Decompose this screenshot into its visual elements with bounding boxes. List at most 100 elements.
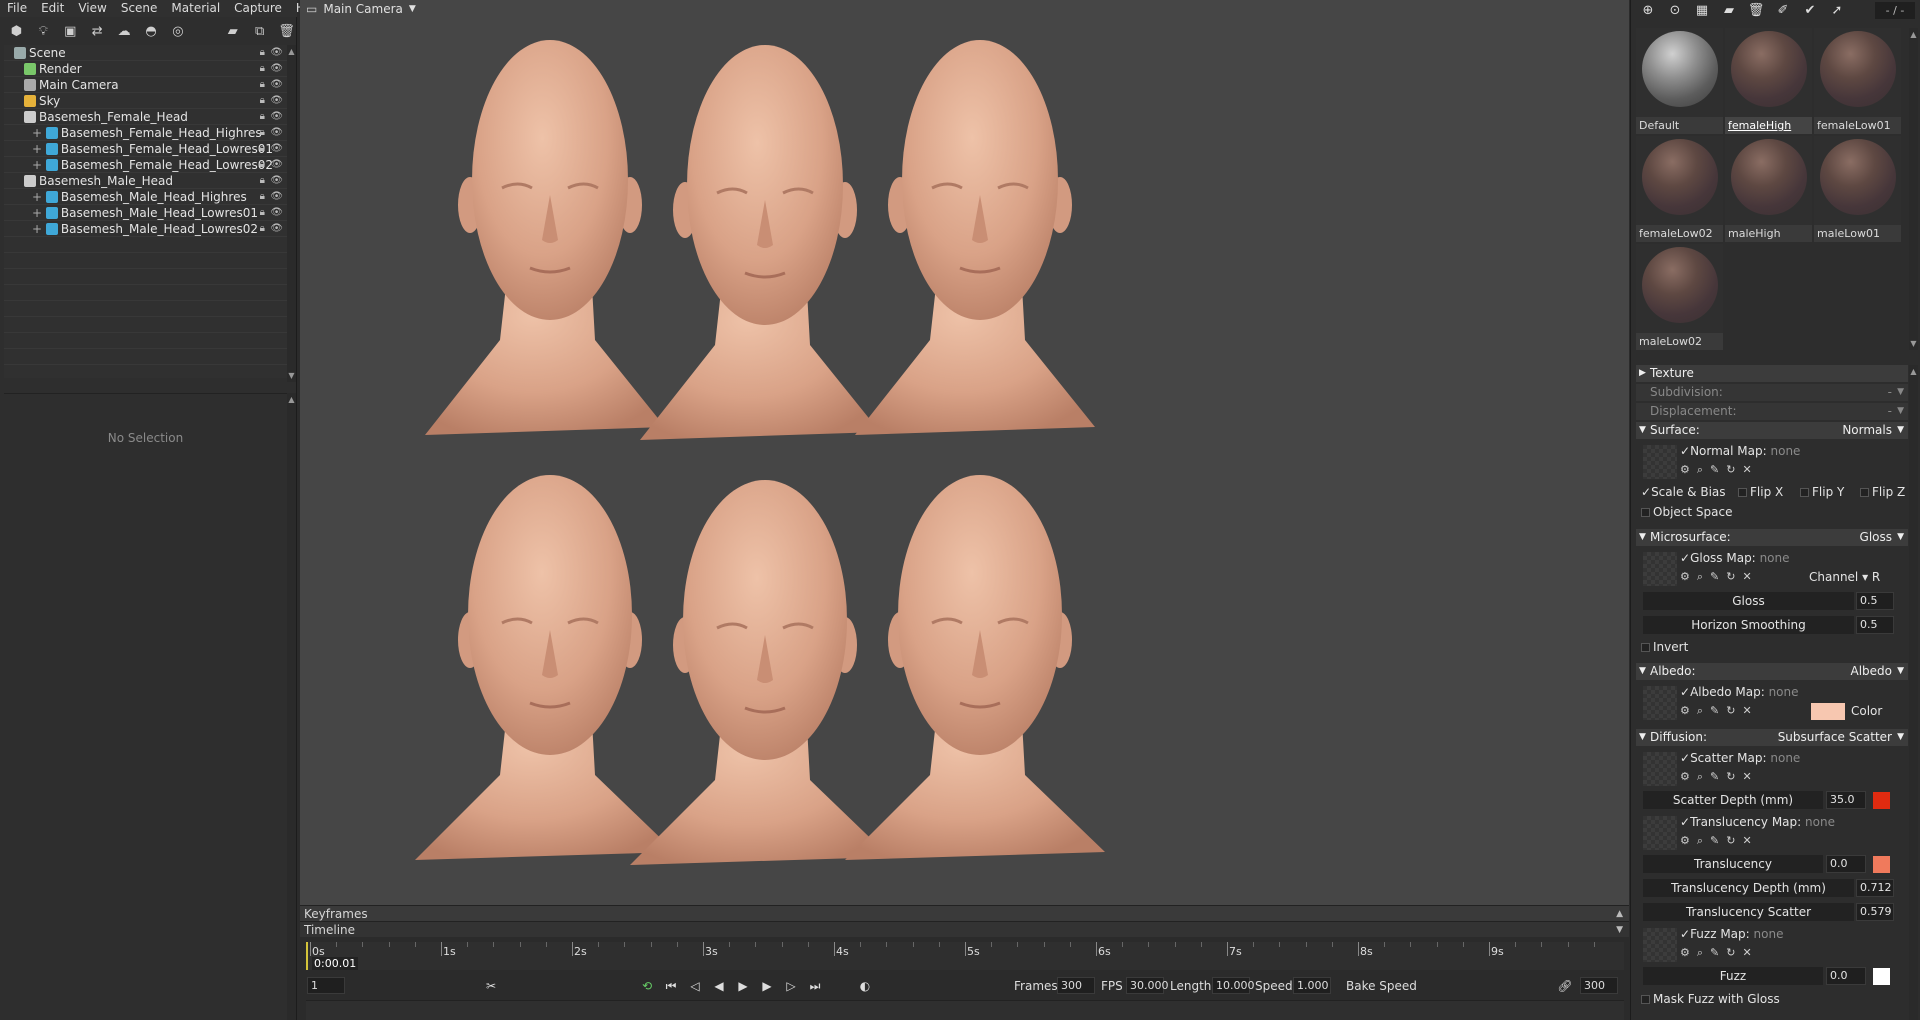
speed-icon[interactable]: ◐: [856, 977, 874, 995]
tree-row[interactable]: Sky 🔒︎ 👁︎: [4, 93, 287, 109]
end-frame-field[interactable]: 300: [1580, 977, 1618, 994]
visibility-icon[interactable]: 👁︎: [270, 141, 283, 157]
globe-icon[interactable]: ◎: [167, 21, 188, 42]
tree-item[interactable]: Main Camera: [24, 77, 119, 93]
play-icon[interactable]: ▶: [734, 977, 752, 995]
visibility-icon[interactable]: 👁︎: [270, 157, 283, 173]
timeline-header[interactable]: Timeline ▼: [300, 921, 1629, 937]
shadow-icon[interactable]: ◓: [141, 21, 162, 42]
mesh-icon[interactable]: ⬢: [6, 21, 27, 42]
skip-start-icon[interactable]: ⏮: [662, 977, 680, 995]
male-head-model[interactable]: [630, 480, 890, 865]
surface-section[interactable]: ▼ Surface: Normals ▼: [1636, 422, 1908, 439]
visibility-icon[interactable]: 👁︎: [270, 173, 283, 189]
duplicate-icon[interactable]: ⧉: [249, 21, 270, 42]
tree-item[interactable]: + Basemesh_Female_Head_Lowres02: [32, 157, 273, 173]
material-Default[interactable]: Default: [1636, 28, 1723, 134]
lock-icon[interactable]: 🔒︎: [260, 77, 265, 93]
properties-scrollbar[interactable]: ▲: [287, 393, 296, 1020]
lock-icon[interactable]: 🔒︎: [260, 93, 265, 109]
albedo-section[interactable]: ▼ Albedo: Albedo ▼: [1636, 663, 1908, 680]
folder-icon[interactable]: ▰: [222, 21, 243, 42]
tree-row[interactable]: Basemesh_Male_Head 🔒︎ 👁︎: [4, 173, 287, 189]
chevron-down-icon[interactable]: ▼: [1897, 529, 1904, 546]
visibility-icon[interactable]: 👁︎: [270, 221, 283, 237]
menu-view[interactable]: View: [71, 0, 113, 17]
tree-row[interactable]: + Basemesh_Male_Head_Lowres01 🔒︎ 👁︎: [4, 205, 287, 221]
visibility-icon[interactable]: 👁︎: [270, 61, 283, 77]
chevron-down-icon[interactable]: ▼: [1897, 403, 1904, 420]
fuzz-value[interactable]: 0.0: [1826, 967, 1866, 985]
collapse-icon[interactable]: ▼: [1616, 922, 1623, 938]
visibility-icon[interactable]: 👁︎: [270, 93, 283, 109]
folder-icon[interactable]: ▰: [1718, 1, 1740, 21]
tree-item[interactable]: + Basemesh_Male_Head_Lowres01: [32, 205, 258, 221]
expand-icon[interactable]: +: [32, 142, 46, 156]
fuzz-color-swatch[interactable]: [1873, 968, 1890, 985]
head-models[interactable]: [300, 0, 1629, 905]
channel-select[interactable]: Channel ▾ R: [1809, 570, 1880, 584]
scatter-depth-value[interactable]: 35.0: [1826, 791, 1866, 809]
scatter-map-thumbnail[interactable]: [1643, 752, 1677, 786]
timeline-ruler[interactable]: 0:00.01 0s 1s 2s 3s 4s 5s 6s 7s 8s 9s: [306, 942, 1624, 970]
3d-viewport[interactable]: ▭ Main Camera ▼: [300, 0, 1629, 905]
visibility-icon[interactable]: 👁︎: [270, 205, 283, 221]
material-maleLow02[interactable]: maleLow02: [1636, 244, 1723, 350]
scroll-down-icon[interactable]: ▼: [1909, 339, 1918, 348]
tree-row[interactable]: + Basemesh_Female_Head_Highres 🔒︎ 👁︎: [4, 125, 287, 141]
prev-key-icon[interactable]: ◁: [686, 977, 704, 995]
subdivision-section[interactable]: Subdivision: - ▼: [1636, 384, 1908, 401]
tree-item[interactable]: Sky: [24, 93, 60, 109]
lock-icon[interactable]: 🔒︎: [260, 205, 265, 221]
albedo-map-actions[interactable]: ⚙⌕✎↻✕: [1680, 704, 1759, 718]
lock-icon[interactable]: 🔒︎: [260, 125, 265, 141]
material-maleLow01[interactable]: maleLow01: [1814, 136, 1901, 242]
gloss-map-actions[interactable]: ⚙⌕✎↻✕: [1680, 570, 1759, 584]
tree-row[interactable]: + Basemesh_Male_Head_Highres 🔒︎ 👁︎: [4, 189, 287, 205]
albedo-map-label[interactable]: ✓Albedo Map: none: [1680, 685, 1799, 699]
chevron-down-icon[interactable]: ▼: [1897, 422, 1904, 439]
scroll-up-icon[interactable]: ▲: [1909, 30, 1918, 39]
visibility-icon[interactable]: 👁︎: [270, 189, 283, 205]
female-head-model[interactable]: [640, 45, 880, 440]
bake-speed-button[interactable]: Bake Speed: [1338, 977, 1425, 995]
horizon-smoothing-slider[interactable]: Horizon Smoothing: [1643, 616, 1854, 634]
albedo-map-thumbnail[interactable]: [1643, 686, 1677, 720]
delete-icon[interactable]: 🗑︎: [1745, 1, 1767, 21]
link-icon[interactable]: 🔗︎: [1556, 977, 1574, 995]
lock-icon[interactable]: 🔒︎: [260, 173, 265, 189]
expand-icon[interactable]: +: [32, 126, 46, 140]
translucency-scatter-slider[interactable]: Translucency Scatter: [1643, 903, 1854, 921]
invert-checkbox[interactable]: Invert: [1641, 640, 1688, 654]
scroll-down-icon[interactable]: ▼: [287, 371, 296, 380]
scatter-color-swatch[interactable]: [1873, 792, 1890, 809]
next-key-icon[interactable]: ▷: [782, 977, 800, 995]
translucency-value[interactable]: 0.0: [1826, 855, 1866, 873]
fuzz-map-label[interactable]: ✓Fuzz Map: none: [1680, 927, 1783, 941]
diffusion-section[interactable]: ▼ Diffusion: Subsurface Scatter ▼: [1636, 729, 1908, 746]
tree-item[interactable]: + Basemesh_Male_Head_Lowres02: [32, 221, 258, 237]
menu-scene[interactable]: Scene: [114, 0, 165, 17]
fuzz-slider[interactable]: Fuzz: [1643, 967, 1823, 985]
material-femaleHigh[interactable]: femaleHigh: [1725, 28, 1812, 134]
fps-field[interactable]: 30.000: [1126, 977, 1169, 994]
lock-icon[interactable]: 🔒︎: [260, 157, 265, 173]
flip-y-checkbox[interactable]: Flip Y: [1800, 485, 1844, 499]
expand-icon[interactable]: +: [32, 206, 46, 220]
texture-section[interactable]: ▶ Texture: [1636, 365, 1908, 382]
male-head-model[interactable]: [415, 475, 675, 860]
sky-icon[interactable]: ☁: [114, 21, 135, 42]
expand-icon[interactable]: +: [32, 158, 46, 172]
menu-file[interactable]: File: [0, 0, 34, 17]
scatter-map-label[interactable]: ✓Scatter Map: none: [1680, 751, 1800, 765]
tree-row[interactable]: + Basemesh_Male_Head_Lowres02 🔒︎ 👁︎: [4, 221, 287, 237]
lock-icon[interactable]: 🔒︎: [260, 45, 265, 61]
horizon-smoothing-value[interactable]: 0.5: [1856, 616, 1894, 634]
properties-scrollbar[interactable]: ▲: [1909, 365, 1918, 1020]
tree-item[interactable]: + Basemesh_Female_Head_Lowres01: [32, 141, 273, 157]
tree-row[interactable]: Basemesh_Female_Head 🔒︎ 👁︎: [4, 109, 287, 125]
length-field[interactable]: 10.000: [1212, 977, 1255, 994]
object-space-checkbox[interactable]: Object Space: [1641, 505, 1732, 519]
translucency-slider[interactable]: Translucency: [1643, 855, 1823, 873]
translucency-depth-slider[interactable]: Translucency Depth (mm): [1643, 879, 1854, 897]
